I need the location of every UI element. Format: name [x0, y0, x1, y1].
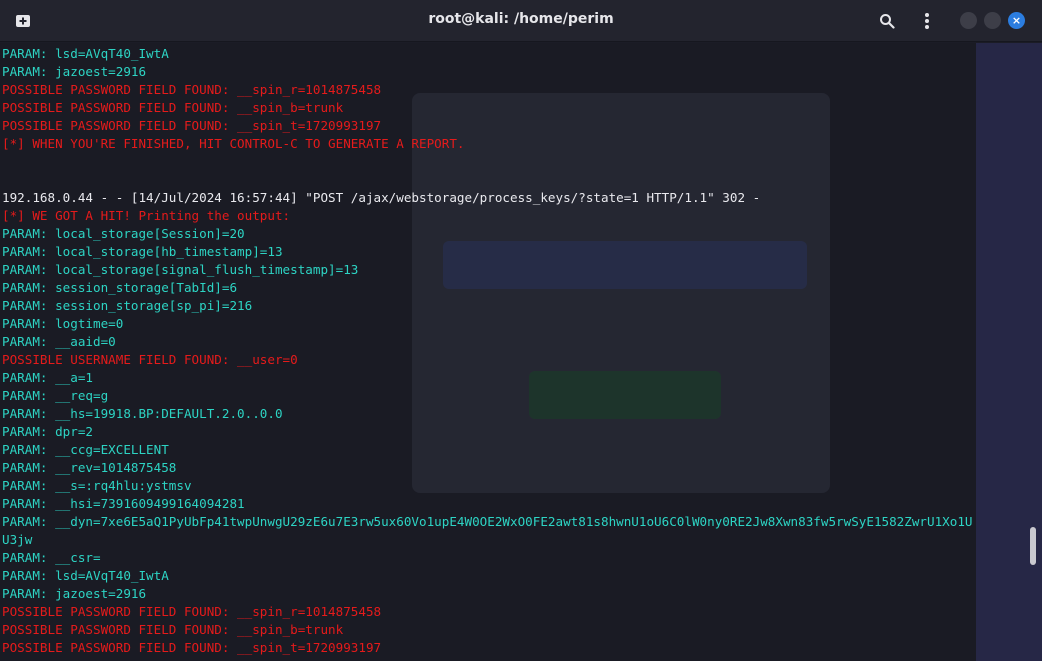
terminal-line: PARAM: __aaid=0: [2, 334, 116, 349]
close-button[interactable]: ×: [1008, 12, 1025, 29]
terminal-lines: PARAM: lsd=AVqT40_IwtA PARAM: jazoest=291…: [2, 45, 976, 657]
terminal-line: PARAM: jazoest=2916: [2, 64, 147, 79]
terminal-line: PARAM: __req=g: [2, 388, 109, 403]
terminal-line: 192.168.0.44 - - [14/Jul/2024 16:57:44] …: [2, 190, 761, 205]
terminal-line: POSSIBLE USERNAME FIELD FOUND: __user=0: [2, 352, 298, 367]
terminal-line: PARAM: __rev=1014875458: [2, 460, 177, 475]
terminal-line: POSSIBLE PASSWORD FIELD FOUND: __spin_r=…: [2, 82, 382, 97]
terminal-line: POSSIBLE PASSWORD FIELD FOUND: __spin_b=…: [2, 622, 344, 637]
terminal-line: PARAM: local_storage[hb_timestamp]=13: [2, 244, 283, 259]
terminal-line: PARAM: session_storage[TabId]=6: [2, 280, 238, 295]
terminal-line: POSSIBLE PASSWORD FIELD FOUND: __spin_t=…: [2, 118, 382, 133]
terminal-window: root@kali: /home/perim × PARAM: lsd=AVqT…: [0, 0, 1042, 661]
search-icon[interactable]: [876, 10, 898, 32]
terminal-line: POSSIBLE PASSWORD FIELD FOUND: __spin_b=…: [2, 100, 344, 115]
terminal-line: PARAM: __ccg=EXCELLENT: [2, 442, 169, 457]
terminal-line: U3jw: [2, 532, 33, 547]
terminal-line: POSSIBLE PASSWORD FIELD FOUND: __spin_t=…: [2, 640, 382, 655]
terminal-line: PARAM: lsd=AVqT40_IwtA: [2, 568, 169, 583]
terminal-line: PARAM: __hs=19918.BP:DEFAULT.2.0..0.0: [2, 406, 283, 421]
terminal-line: PARAM: lsd=AVqT40_IwtA: [2, 46, 169, 61]
terminal-line: PARAM: jazoest=2916: [2, 586, 147, 601]
terminal-line: POSSIBLE PASSWORD FIELD FOUND: __spin_r=…: [2, 604, 382, 619]
terminal-output[interactable]: PARAM: lsd=AVqT40_IwtA PARAM: jazoest=291…: [0, 43, 976, 661]
background-desktop-strip: [976, 43, 1042, 661]
terminal-line: PARAM: session_storage[sp_pi]=216: [2, 298, 253, 313]
minimize-button[interactable]: [960, 12, 977, 29]
terminal-line: PARAM: local_storage[Session]=20: [2, 226, 245, 241]
maximize-button[interactable]: [984, 12, 1001, 29]
terminal-line: PARAM: logtime=0: [2, 316, 124, 331]
terminal-line: PARAM: __s=:rq4hlu:ystmsv: [2, 478, 192, 493]
terminal-line: [*] WE GOT A HIT! Printing the output:: [2, 208, 291, 223]
terminal-line: PARAM: __a=1: [2, 370, 93, 385]
title-bar: root@kali: /home/perim ×: [0, 0, 1042, 42]
scrollbar-thumb[interactable]: [1030, 527, 1036, 565]
kebab-menu-icon[interactable]: [916, 10, 938, 32]
terminal-line: PARAM: __hsi=7391609499164094281: [2, 496, 245, 511]
terminal-line: PARAM: __csr=: [2, 550, 101, 565]
terminal-line: PARAM: __dyn=7xe6E5aQ1PyUbFp41twpUnwgU29…: [2, 514, 973, 529]
terminal-line: PARAM: dpr=2: [2, 424, 93, 439]
terminal-line: PARAM: local_storage[signal_flush_timest…: [2, 262, 359, 277]
terminal-line: [*] WHEN YOU'RE FINISHED, HIT CONTROL-C …: [2, 136, 465, 151]
